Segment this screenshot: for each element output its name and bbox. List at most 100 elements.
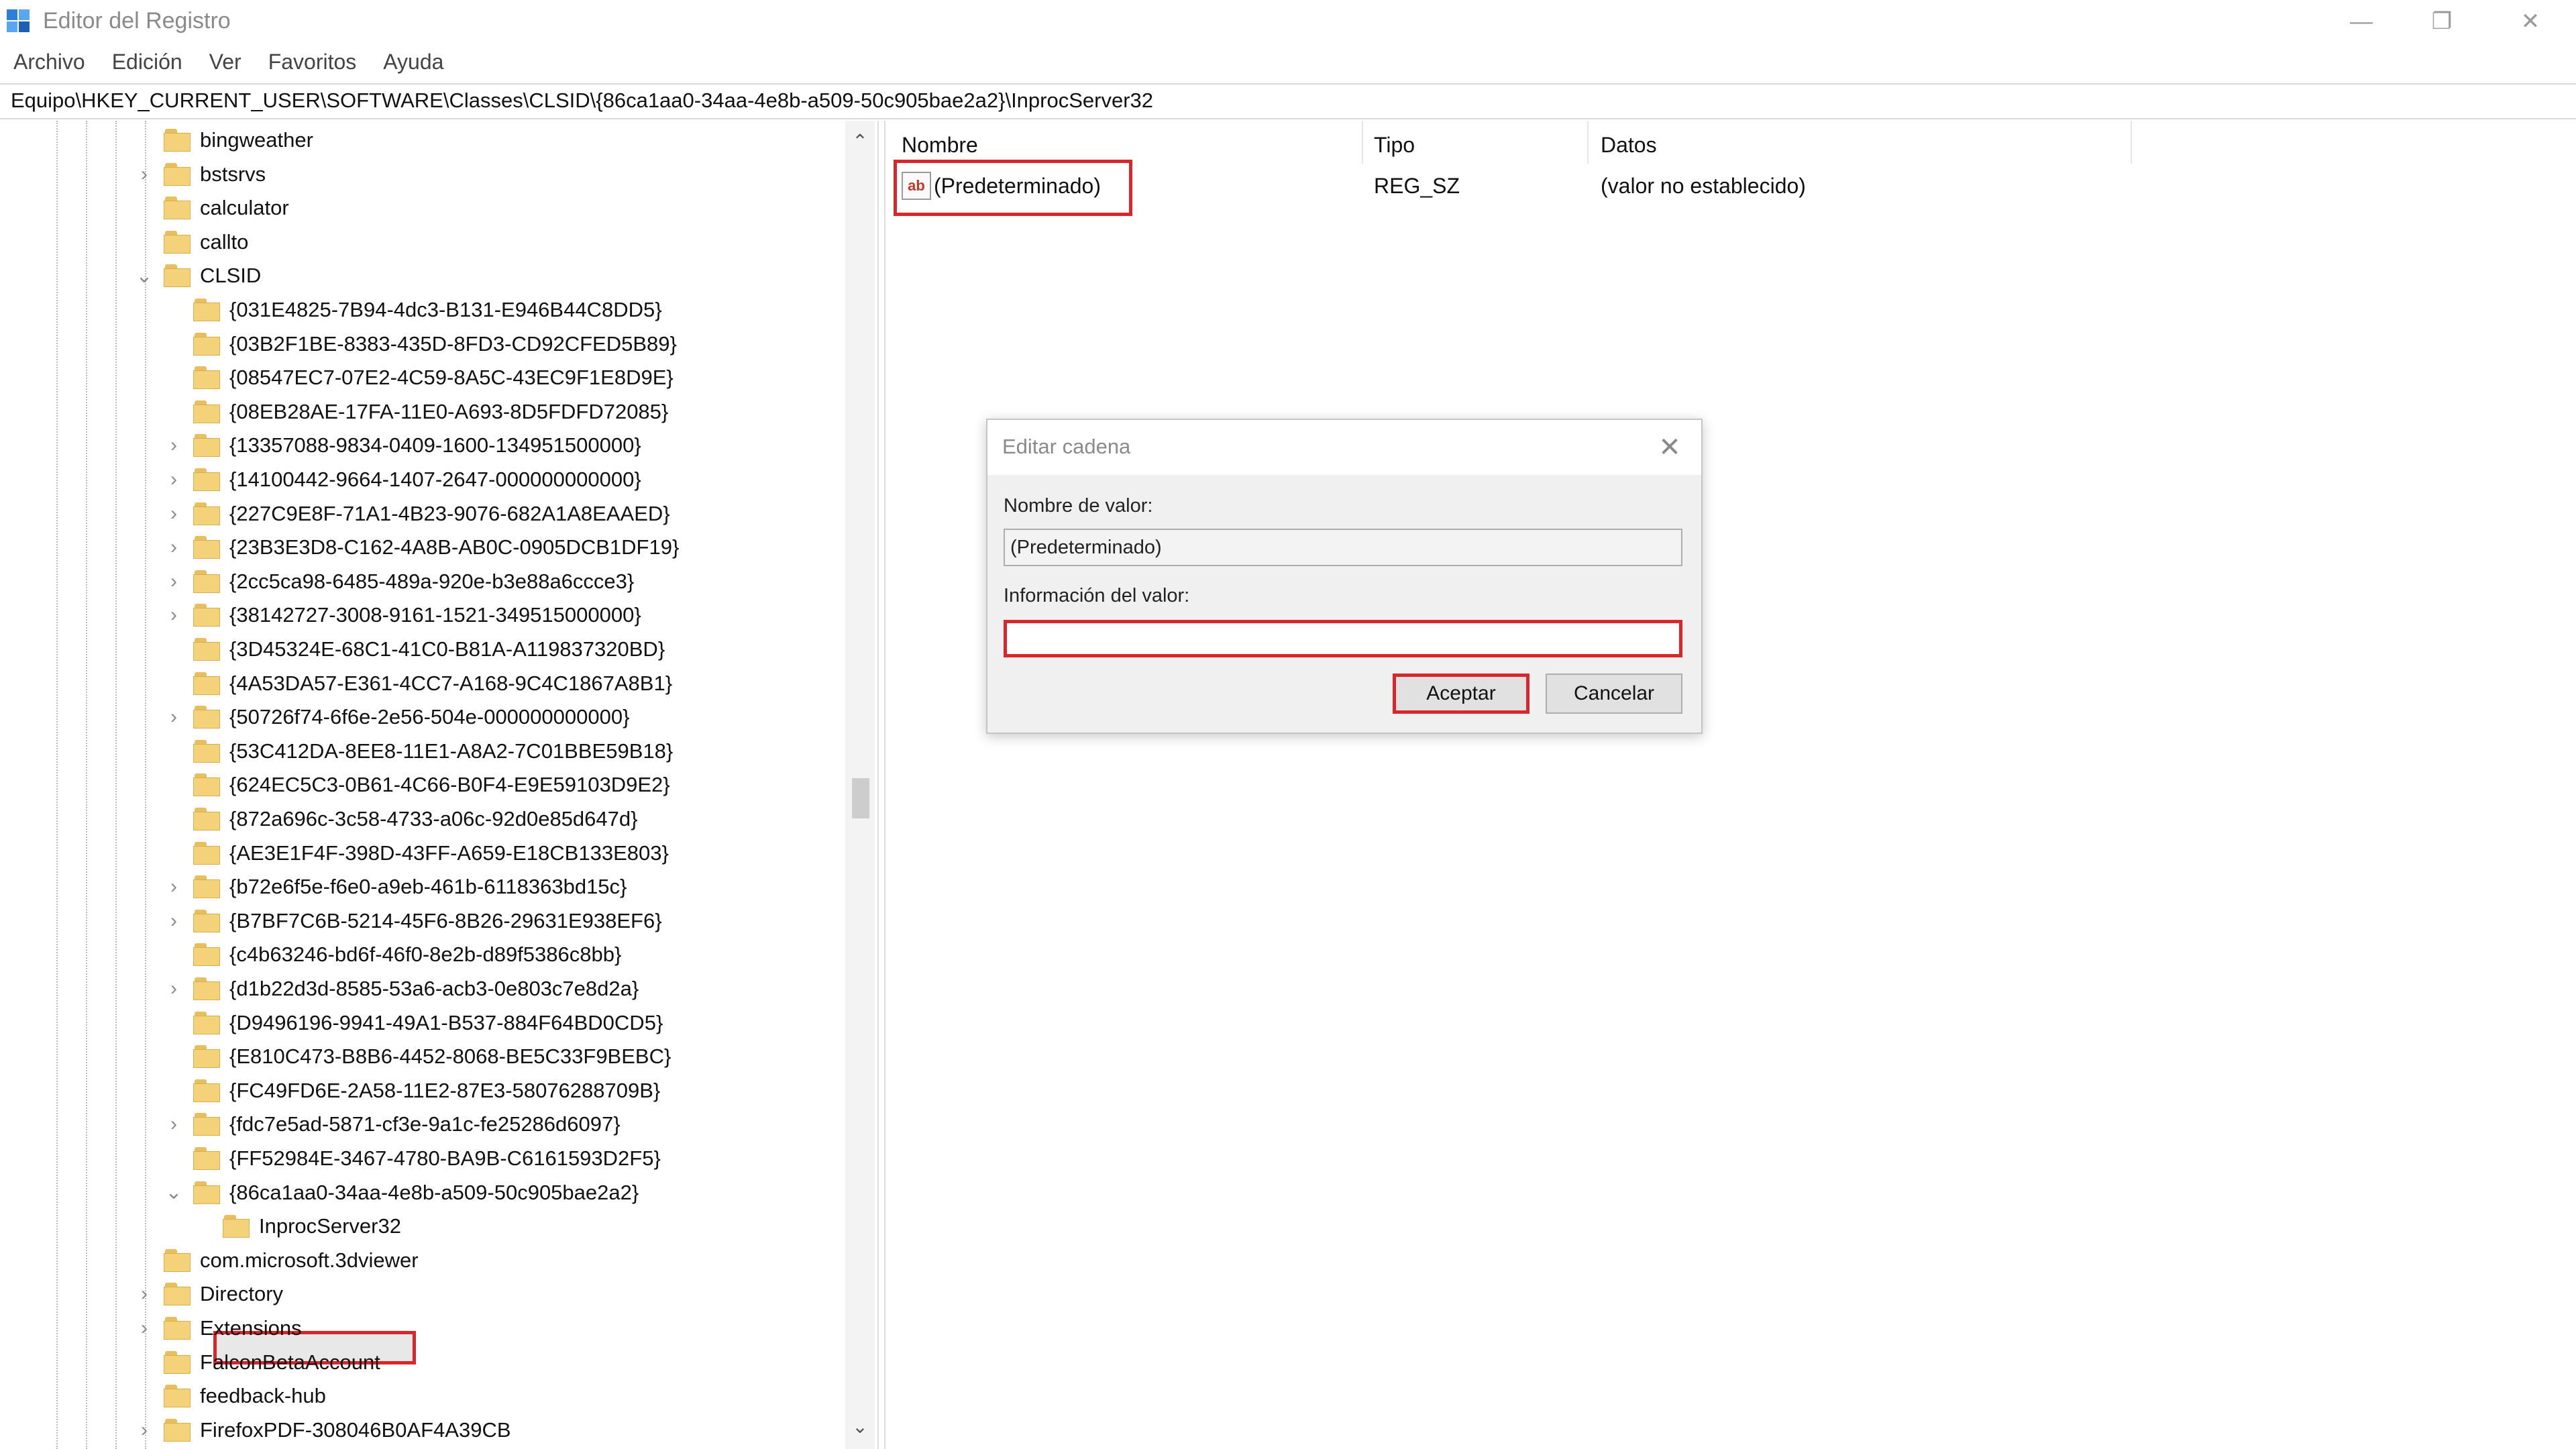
pane-splitter[interactable]	[877, 121, 885, 1449]
tree-item[interactable]: › {13357088-9834-0409-1600-134951500000}	[0, 429, 839, 462]
tree-item-label: {2cc5ca98-6485-489a-920e-b3e88a6ccce3}	[229, 569, 635, 593]
tree-item[interactable]: › {23B3E3D8-C162-4A8B-AB0C-0905DCB1DF19}	[0, 531, 839, 564]
tree-item[interactable]: › {d1b22d3d-8585-53a6-acb3-0e803c7e8d2a}	[0, 972, 839, 1006]
tree-item-label: {23B3E3D8-C162-4A8B-AB0C-0905DCB1DF19}	[229, 535, 680, 559]
folder-icon	[193, 400, 221, 423]
folder-icon	[193, 332, 221, 356]
chevron-down-icon[interactable]: ⌄	[164, 1176, 184, 1210]
value-name-field	[1004, 529, 1682, 566]
tree-item[interactable]: › {fdc7e5ad-5871-cf3e-9a1c-fe25286d6097}	[0, 1108, 839, 1141]
value-name[interactable]: (Predeterminado)	[934, 172, 1101, 200]
tree-item[interactable]: FalconBetaAccount	[0, 1346, 839, 1379]
tree-item[interactable]: › bstsrvs	[0, 158, 839, 191]
value-data-input[interactable]	[1004, 620, 1682, 657]
address-bar[interactable]: Equipo\HKEY_CURRENT_USER\SOFTWARE\Classe…	[0, 83, 2576, 119]
chevron-right-icon[interactable]: ›	[164, 429, 184, 462]
tree-item-label: {AE3E1F4F-398D-43FF-A659-E18CB133E803}	[229, 841, 669, 865]
scroll-up-icon[interactable]: ⌃	[845, 130, 875, 152]
tree-item[interactable]: {08EB28AE-17FA-11E0-A693-8D5FDFD72085}	[0, 395, 839, 429]
chevron-right-icon[interactable]: ›	[164, 870, 184, 904]
tree-item[interactable]: {D9496196-9941-49A1-B537-884F64BD0CD5}	[0, 1006, 839, 1040]
tree-scrollbar[interactable]: ⌃ ⌄	[845, 121, 875, 1449]
tree-item[interactable]: {3D45324E-68C1-41C0-B81A-A119837320BD}	[0, 633, 839, 666]
values-list: Nombre Tipo Datos ab (Predeterminado) RE…	[885, 121, 2576, 1449]
tree-item[interactable]: {08547EC7-07E2-4C59-8A5C-43EC9F1E8D9E}	[0, 361, 839, 394]
chevron-right-icon[interactable]: ›	[164, 904, 184, 938]
tree-item[interactable]: ⌄ CLSID	[0, 259, 839, 292]
tree-item[interactable]: {53C412DA-8EE8-11E1-A8A2-7C01BBE59B18}	[0, 735, 839, 768]
chevron-right-icon[interactable]: ›	[164, 1108, 184, 1141]
tree-item[interactable]: {4A53DA57-E361-4CC7-A168-9C4C1867A8B1}	[0, 667, 839, 700]
column-separator[interactable]	[1362, 121, 1363, 164]
scroll-down-icon[interactable]: ⌄	[845, 1415, 875, 1438]
tree-item[interactable]: › {227C9E8F-71A1-4B23-9076-682A1A8EAAED}	[0, 497, 839, 531]
tree-item[interactable]: {E810C473-B8B6-4452-8068-BE5C33F9BEBC}	[0, 1040, 839, 1073]
tree-item[interactable]: › Directory	[0, 1277, 839, 1311]
folder-icon	[193, 638, 221, 661]
column-header-datos[interactable]: Datos	[1601, 130, 1657, 160]
chevron-right-icon[interactable]: ›	[164, 531, 184, 564]
tree-item[interactable]: › Extensions	[0, 1311, 839, 1345]
chevron-right-icon[interactable]: ›	[134, 158, 154, 191]
tree-item-label: bstsrvs	[200, 162, 266, 186]
column-header-nombre[interactable]: Nombre	[902, 130, 978, 160]
tree-item[interactable]: › {14100442-9664-1407-2647-000000000000}	[0, 463, 839, 496]
chevron-right-icon[interactable]: ›	[134, 1277, 154, 1311]
close-button[interactable]: ✕	[2490, 0, 2571, 43]
tree-item[interactable]: › {38142727-3008-9161-1521-349515000000}	[0, 598, 839, 632]
folder-icon	[193, 502, 221, 525]
tree-item-label: feedback-hub	[200, 1384, 326, 1408]
tree-item[interactable]: › {B7BF7C6B-5214-45F6-8B26-29631E938EF6}	[0, 904, 839, 938]
tree-item[interactable]: › FirefoxPDF-308046B0AF4A39CB	[0, 1413, 839, 1447]
tree-item-label: bingweather	[200, 128, 313, 152]
tree-item[interactable]: {031E4825-7B94-4dc3-B131-E946B44C8DD5}	[0, 293, 839, 327]
folder-icon	[193, 1079, 221, 1102]
cancel-button[interactable]: Cancelar	[1546, 674, 1682, 714]
tree-item[interactable]: calculator	[0, 191, 839, 225]
scroll-thumb[interactable]	[852, 778, 869, 818]
chevron-down-icon[interactable]: ⌄	[134, 259, 154, 292]
tree-item-label: {c4b63246-bd6f-46f0-8e2b-d89f5386c8bb}	[229, 943, 622, 967]
edit-string-dialog: Editar cadena ✕ Nombre de valor: Informa…	[986, 419, 1703, 734]
ok-button[interactable]: Aceptar	[1393, 674, 1529, 714]
maximize-button[interactable]: ❐	[2402, 0, 2482, 43]
tree-item[interactable]: › {50726f74-6f6e-2e56-504e-000000000000}	[0, 700, 839, 734]
menu-archivo[interactable]: Archivo	[0, 44, 99, 79]
tree-item[interactable]: bingweather	[0, 123, 839, 157]
value-data: (valor no establecido)	[1601, 174, 1806, 198]
menu-ayuda[interactable]: Ayuda	[370, 44, 457, 79]
column-separator[interactable]	[1587, 121, 1589, 164]
column-header-tipo[interactable]: Tipo	[1374, 130, 1415, 160]
chevron-right-icon[interactable]: ›	[134, 1311, 154, 1345]
tree-item[interactable]: callto	[0, 225, 839, 259]
tree-item[interactable]: › {2cc5ca98-6485-489a-920e-b3e88a6ccce3}	[0, 565, 839, 598]
tree-item[interactable]: InprocServer32	[0, 1210, 839, 1243]
tree-item[interactable]: › {b72e6f5e-f6e0-a9eb-461b-6118363bd15c}	[0, 870, 839, 904]
tree-item[interactable]: com.microsoft.3dviewer	[0, 1244, 839, 1277]
tree-item[interactable]: {c4b63246-bd6f-46f0-8e2b-d89f5386c8bb}	[0, 938, 839, 971]
tree-item[interactable]: feedback-hub	[0, 1379, 839, 1413]
chevron-right-icon[interactable]: ›	[134, 1413, 154, 1447]
dialog-close-icon[interactable]: ✕	[1652, 429, 1688, 466]
chevron-right-icon[interactable]: ›	[164, 598, 184, 632]
folder-icon	[193, 841, 221, 865]
address-path[interactable]: Equipo\HKEY_CURRENT_USER\SOFTWARE\Classe…	[11, 89, 1153, 113]
tree-item[interactable]: {03B2F1BE-8383-435D-8FD3-CD92CFED5B89}	[0, 327, 839, 361]
tree-item[interactable]: {FF52984E-3467-4780-BA9B-C6161593D2F5}	[0, 1142, 839, 1175]
chevron-right-icon[interactable]: ›	[164, 497, 184, 531]
chevron-right-icon[interactable]: ›	[164, 972, 184, 1006]
tree-item[interactable]: {624EC5C3-0B61-4C66-B0F4-E9E59103D9E2}	[0, 768, 839, 802]
chevron-right-icon[interactable]: ›	[164, 565, 184, 598]
menu-edicion[interactable]: Edición	[99, 44, 196, 79]
value-name-label: Nombre de valor:	[1004, 495, 1153, 517]
menu-favoritos[interactable]: Favoritos	[255, 44, 370, 79]
chevron-right-icon[interactable]: ›	[164, 700, 184, 734]
column-separator[interactable]	[2131, 121, 2132, 164]
tree-item[interactable]: {AE3E1F4F-398D-43FF-A659-E18CB133E803}	[0, 837, 839, 870]
tree-item[interactable]: {FC49FD6E-2A58-11E2-87E3-58076288709B}	[0, 1074, 839, 1108]
menu-ver[interactable]: Ver	[196, 44, 255, 79]
chevron-right-icon[interactable]: ›	[164, 463, 184, 496]
tree-item[interactable]: ⌄ {86ca1aa0-34aa-4e8b-a509-50c905bae2a2}	[0, 1176, 839, 1210]
minimize-button[interactable]: —	[2321, 0, 2402, 43]
tree-item[interactable]: {872a696c-3c58-4733-a06c-92d0e85d647d}	[0, 802, 839, 836]
